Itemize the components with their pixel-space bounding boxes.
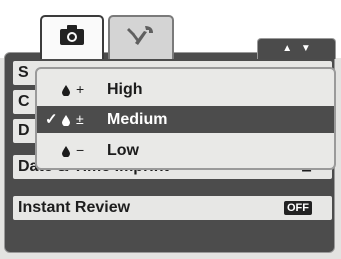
camera-tab[interactable] — [40, 15, 104, 59]
wrench-icon — [127, 26, 153, 45]
check-icon: ✓ — [45, 111, 58, 128]
option-high[interactable]: + High — [37, 76, 334, 103]
menu-item-instant-review[interactable]: Instant Review OFF — [13, 196, 332, 220]
option-medium[interactable]: ✓ ± Medium — [37, 106, 334, 133]
option-low[interactable]: − Low — [37, 137, 334, 164]
menu-item-label: Instant Review — [18, 199, 131, 216]
page-up-icon[interactable]: ▲ — [282, 43, 292, 54]
option-label: Medium — [107, 111, 168, 128]
page-scroll-arrows[interactable]: ▲ ▼ — [257, 38, 336, 59]
menu-item-label: S — [18, 64, 29, 81]
page-down-icon[interactable]: ▼ — [301, 43, 311, 54]
option-label: High — [107, 81, 143, 98]
option-label: Low — [107, 142, 139, 159]
drop-icon — [62, 146, 70, 157]
plus-sign: + — [76, 81, 85, 97]
off-badge: OFF — [284, 201, 312, 215]
drop-icon — [62, 85, 70, 96]
menu-item-label: C — [18, 93, 30, 110]
plus-minus-sign: ± — [76, 111, 84, 127]
menu-item-label: D — [18, 122, 30, 139]
drop-icon — [62, 115, 70, 126]
minus-sign: − — [76, 142, 85, 158]
sharpness-popup: + High ✓ ± Medium − Low — [35, 67, 336, 170]
camera-icon — [60, 25, 84, 45]
setup-tab[interactable] — [108, 15, 174, 59]
